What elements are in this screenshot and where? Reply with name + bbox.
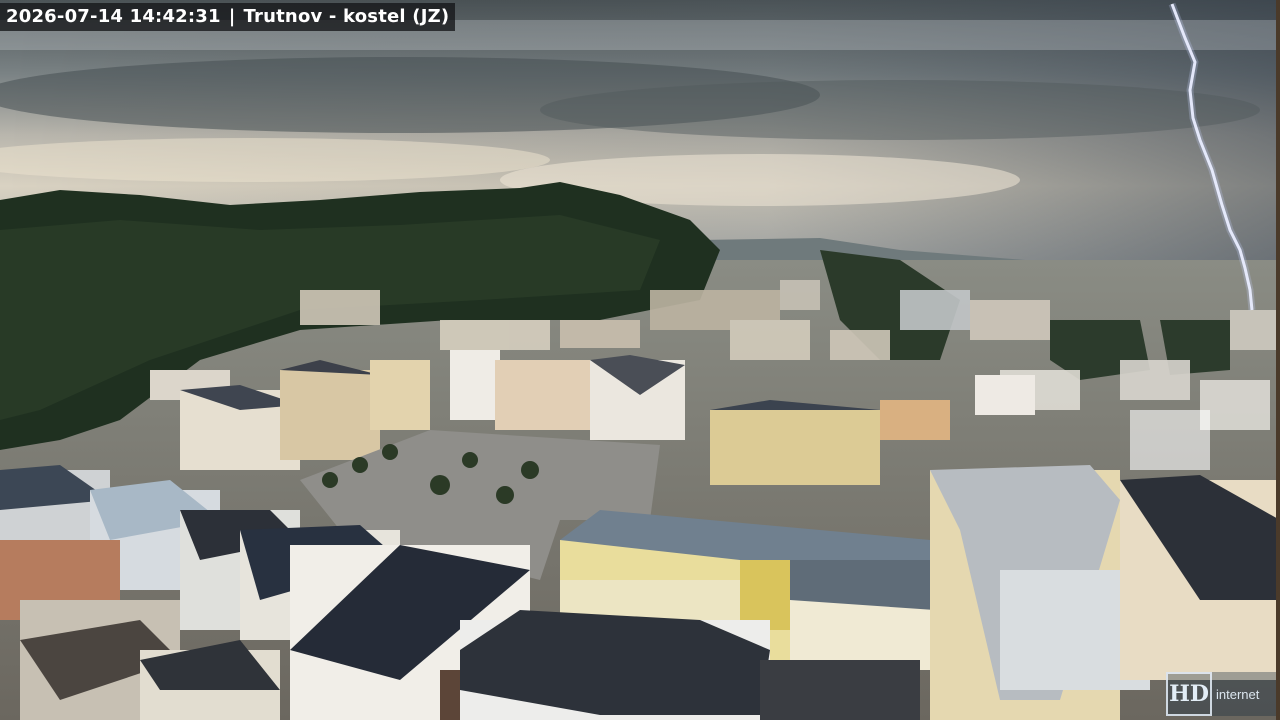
camera-info-overlay: 2026-07-14 14:42:31 | Trutnov - kostel (JZ… xyxy=(0,3,456,31)
logo-word: internet xyxy=(1216,686,1260,702)
separator: | xyxy=(228,6,236,27)
logo-mark: HD xyxy=(1166,672,1212,716)
hd-internet-logo: HD internet xyxy=(1166,672,1276,716)
webcam-view: 2026-07-14 14:42:31 | Trutnov - kostel (JZ… xyxy=(0,0,1280,720)
location-label: Trutnov - kostel (JZ) xyxy=(243,6,450,27)
webcam-image xyxy=(0,0,1280,720)
timestamp: 2026-07-14 14:42:31 xyxy=(6,6,221,27)
